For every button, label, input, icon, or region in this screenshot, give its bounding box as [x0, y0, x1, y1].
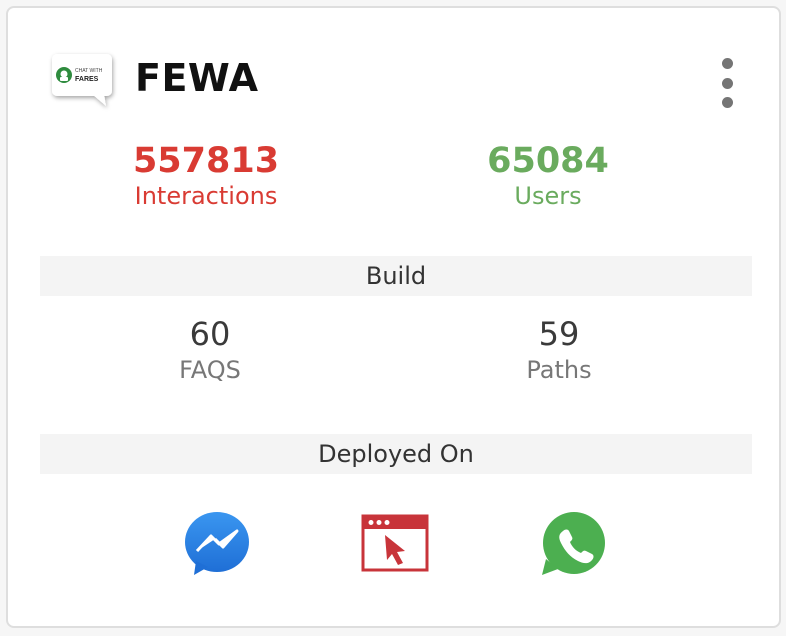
- paths-count: 59: [538, 315, 580, 353]
- svg-text:CHAT WITH: CHAT WITH: [75, 68, 103, 74]
- bot-name: FEWA: [135, 56, 259, 100]
- faqs-label: FAQS: [179, 356, 241, 384]
- faqs-count: 60: [189, 315, 231, 353]
- bot-card: CHAT WITH FARES FEWA 557813 Interactions…: [6, 6, 781, 628]
- faqs-stat: 60 FAQS: [110, 314, 310, 386]
- web-widget-icon[interactable]: [360, 511, 430, 577]
- paths-label: Paths: [526, 356, 592, 384]
- users-label: Users: [514, 182, 582, 210]
- users-count: 65084: [487, 141, 609, 181]
- interactions-count: 557813: [132, 141, 280, 181]
- build-section-header: Build: [40, 256, 752, 296]
- interactions-stat: 557813 Interactions: [66, 141, 346, 211]
- svg-text:FARES: FARES: [75, 76, 99, 83]
- paths-stat: 59 Paths: [459, 314, 659, 386]
- whatsapp-icon[interactable]: [538, 511, 608, 577]
- more-options-icon[interactable]: [716, 58, 738, 108]
- bot-logo: CHAT WITH FARES: [48, 50, 120, 114]
- deployed-section-header: Deployed On: [40, 434, 752, 474]
- interactions-label: Interactions: [134, 182, 278, 210]
- users-stat: 65084 Users: [408, 141, 688, 211]
- messenger-icon[interactable]: [182, 511, 252, 577]
